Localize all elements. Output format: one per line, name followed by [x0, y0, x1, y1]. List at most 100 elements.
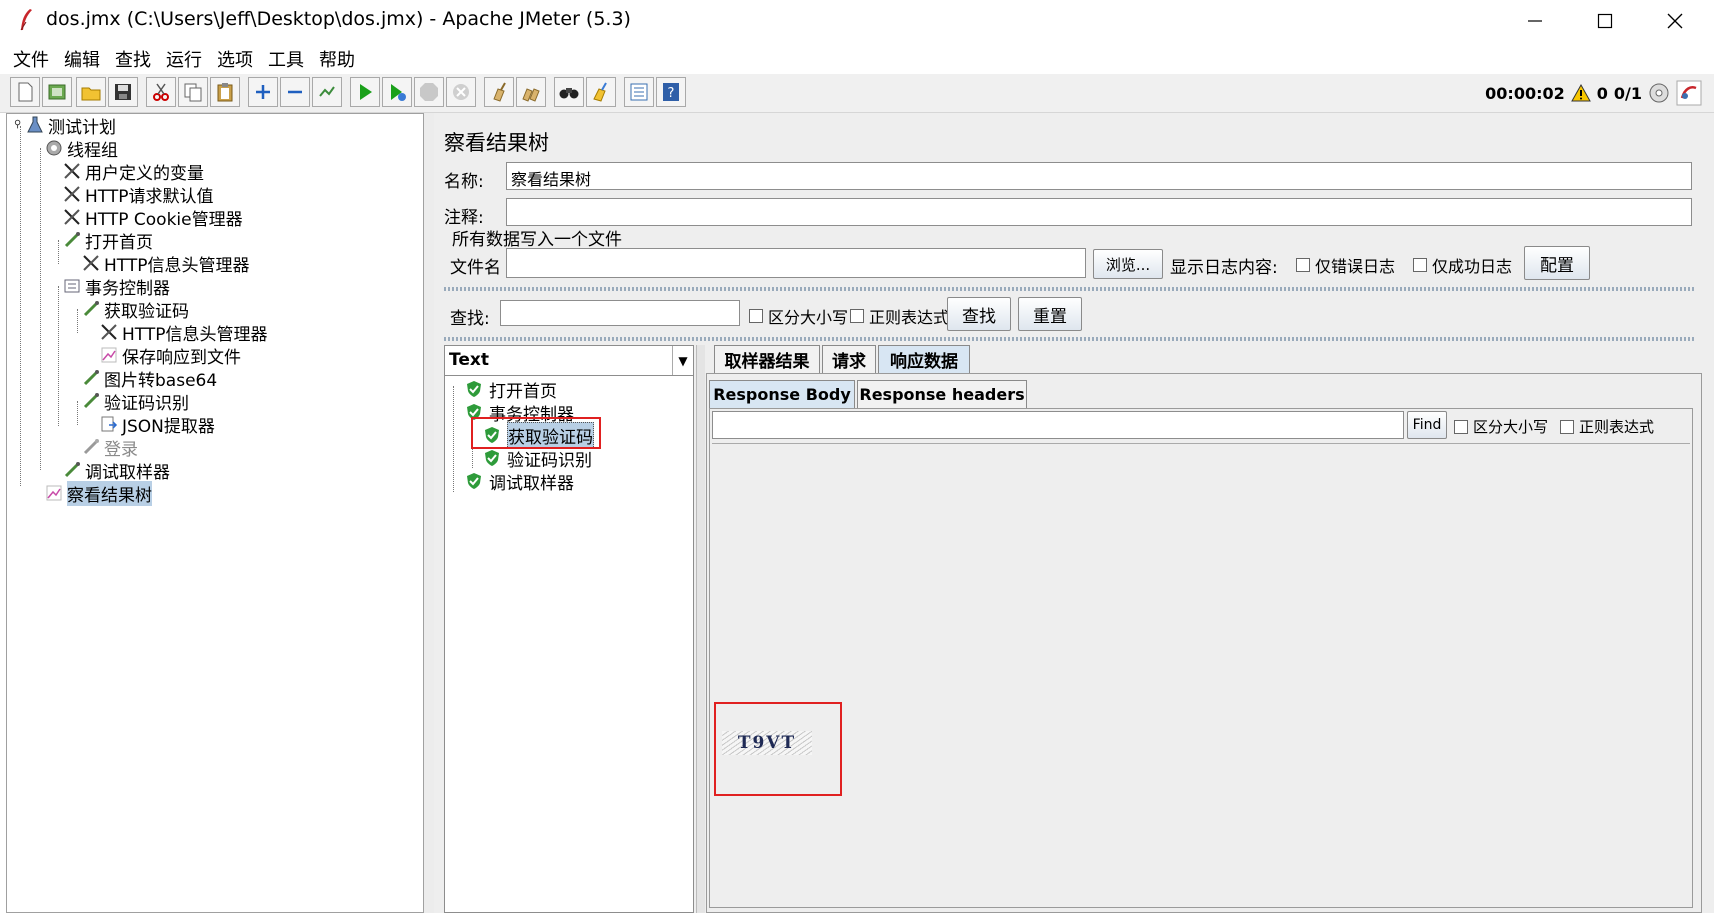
name-field[interactable]: 察看结果树: [506, 162, 1692, 190]
comment-field[interactable]: [506, 198, 1692, 226]
success-shield-icon: [485, 450, 499, 466]
maximize-button[interactable]: [1570, 0, 1640, 42]
response-find-button[interactable]: Find: [1407, 411, 1447, 439]
search-button[interactable]: [554, 77, 584, 107]
menu-tools[interactable]: 工具: [268, 46, 304, 72]
wrench-icon: [83, 255, 99, 271]
tree-node-cookie-manager[interactable]: HTTP Cookie管理器: [62, 206, 243, 230]
new-button[interactable]: [10, 77, 40, 107]
configure-button[interactable]: 配置: [1524, 246, 1590, 280]
paste-button[interactable]: [210, 77, 240, 107]
highlight-box: [471, 417, 601, 449]
cut-button[interactable]: [146, 77, 176, 107]
start-button[interactable]: [350, 77, 380, 107]
wrench-icon: [64, 209, 80, 225]
filename-field[interactable]: [506, 248, 1086, 278]
toggle-button[interactable]: [312, 77, 342, 107]
tab-request[interactable]: 请求: [822, 345, 876, 373]
start-no-pauses-button[interactable]: [382, 77, 412, 107]
help-icon: ?: [663, 83, 679, 101]
regex-checkbox[interactable]: 正则表达式: [850, 304, 949, 328]
dropdown-arrow-icon[interactable]: ▼: [672, 346, 693, 376]
copy-button[interactable]: [178, 77, 208, 107]
tree-node-debug-sampler[interactable]: 调试取样器: [62, 459, 170, 483]
result-captcha-recognition[interactable]: 验证码识别: [483, 447, 592, 471]
search-label: 查找:: [450, 309, 490, 329]
warning-icon[interactable]: [1570, 84, 1591, 102]
tree-node-header-manager-1[interactable]: HTTP信息头管理器: [81, 252, 250, 276]
extractor-icon: [101, 416, 118, 432]
help-button[interactable]: ?: [656, 77, 686, 107]
clear-all-button[interactable]: [516, 77, 546, 107]
log-viewer-icon[interactable]: [1676, 80, 1702, 106]
title-bar: dos.jmx (C:\Users\Jeff\Desktop\dos.jmx) …: [0, 0, 1714, 42]
test-plan-icon: [27, 116, 43, 133]
menu-file[interactable]: 文件: [13, 46, 49, 72]
divider[interactable]: [444, 337, 1694, 341]
response-case-checkbox[interactable]: 区分大小写: [1454, 416, 1548, 437]
pipette-icon: [83, 439, 99, 455]
renderer-select[interactable]: Text ▼: [444, 345, 694, 377]
minimize-button[interactable]: [1500, 0, 1570, 42]
tree-node-image-to-base64[interactable]: 图片转base64: [81, 367, 217, 391]
tree-node-get-captcha[interactable]: 获取验证码: [81, 298, 189, 322]
play-icon: [360, 84, 372, 100]
browse-button[interactable]: 浏览...: [1093, 249, 1163, 279]
expand-button[interactable]: [248, 77, 278, 107]
tree-node-json-extractor[interactable]: JSON提取器: [99, 413, 215, 437]
reset-button[interactable]: 重置: [1018, 297, 1082, 331]
templates-icon: [48, 84, 66, 100]
tree-node-user-vars[interactable]: 用户定义的变量: [62, 160, 204, 184]
tree-node-header-manager-2[interactable]: HTTP信息头管理器: [99, 321, 268, 345]
templates-button[interactable]: [42, 77, 72, 107]
tree-node-test-plan[interactable]: 测试计划: [25, 114, 116, 138]
stop-button[interactable]: [414, 77, 444, 107]
save-icon: [115, 84, 131, 100]
response-regex-checkbox[interactable]: 正则表达式: [1560, 416, 1654, 437]
tree-connector: [58, 286, 59, 426]
result-open-home[interactable]: 打开首页: [465, 378, 557, 402]
find-button[interactable]: 查找: [947, 297, 1011, 331]
tree-node-login-disabled[interactable]: 登录: [81, 436, 138, 460]
menu-search[interactable]: 查找: [115, 46, 151, 72]
expand-toggle[interactable]: ⚲: [14, 119, 21, 130]
search-input[interactable]: [500, 300, 740, 326]
tab-response-headers[interactable]: Response headers: [857, 380, 1027, 408]
tab-response-body[interactable]: Response Body: [709, 380, 855, 408]
divider[interactable]: [444, 287, 1694, 291]
menu-options[interactable]: 选项: [217, 46, 253, 72]
response-data-panel: Response Body Response headers Find 区分大小…: [706, 373, 1702, 913]
tree-node-http-defaults[interactable]: HTTP请求默认值: [62, 183, 214, 207]
collapse-button[interactable]: [280, 77, 310, 107]
reset-search-button[interactable]: [586, 77, 616, 107]
response-find-input[interactable]: [712, 411, 1404, 439]
tree-node-captcha-recognition[interactable]: 验证码识别: [81, 390, 189, 414]
tree-node-transaction-controller[interactable]: 事务控制器: [62, 275, 170, 299]
open-button[interactable]: [76, 77, 106, 107]
minimize-icon: [1528, 20, 1542, 22]
case-sensitive-checkbox[interactable]: 区分大小写: [749, 304, 848, 328]
status-area: 00:00:02 0 0/1: [1485, 80, 1702, 106]
success-only-checkbox[interactable]: 仅成功日志: [1413, 253, 1512, 277]
close-icon: [1667, 13, 1683, 29]
save-button[interactable]: [108, 77, 138, 107]
toggle-icon: [319, 86, 335, 97]
result-debug-sampler[interactable]: 调试取样器: [465, 470, 574, 494]
log-content-label: 显示日志内容:: [1170, 258, 1278, 278]
tab-response-data[interactable]: 响应数据: [878, 345, 970, 373]
menu-help[interactable]: 帮助: [319, 46, 355, 72]
results-splitter[interactable]: [696, 345, 705, 913]
menu-run[interactable]: 运行: [166, 46, 202, 72]
tab-sampler-result[interactable]: 取样器结果: [714, 345, 820, 373]
clear-button[interactable]: [484, 77, 514, 107]
tree-node-view-results-tree[interactable]: 察看结果树: [44, 480, 152, 506]
tree-node-thread-group[interactable]: 线程组: [44, 137, 118, 161]
shutdown-button[interactable]: [446, 77, 476, 107]
errors-only-checkbox[interactable]: 仅错误日志: [1296, 253, 1395, 277]
tree-node-open-home[interactable]: 打开首页: [62, 229, 153, 253]
pipette-icon: [64, 232, 80, 248]
menu-edit[interactable]: 编辑: [64, 46, 100, 72]
tree-node-save-response[interactable]: 保存响应到文件: [99, 344, 241, 368]
function-helper-button[interactable]: [624, 77, 654, 107]
close-button[interactable]: [1640, 0, 1710, 42]
